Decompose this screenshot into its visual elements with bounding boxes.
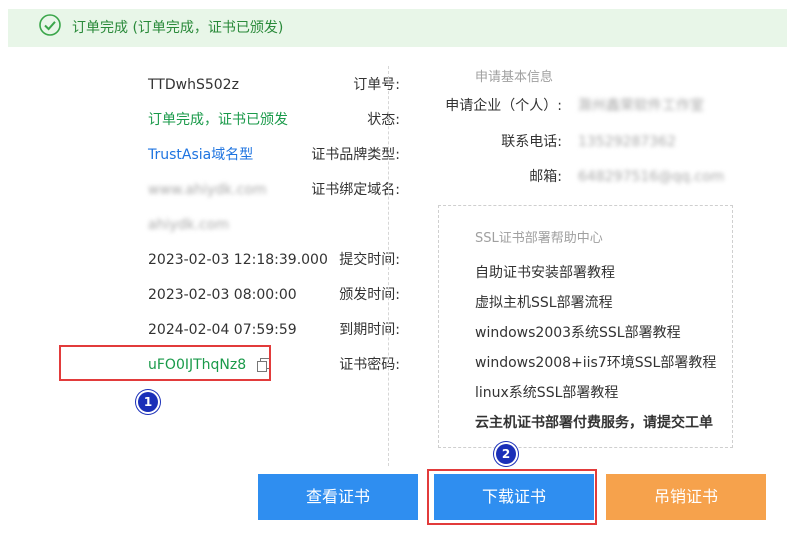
help-link-paid-service[interactable]: 云主机证书部署付费服务，请提交工单 xyxy=(475,412,713,432)
applicant-section-title: 申请基本信息 xyxy=(475,70,554,85)
revoke-certificate-button[interactable]: 吊销证书 xyxy=(606,474,766,520)
help-link-virtual-host[interactable]: 虚拟主机SSL部署流程 xyxy=(475,292,613,312)
domain-row-2: ahiydk.com xyxy=(0,215,400,235)
submit-time-row: 提交时间: 2023-02-03 12:18:39.000 xyxy=(0,250,400,270)
issue-time-value: 2023-02-03 08:00:00 xyxy=(148,287,297,303)
check-circle-icon xyxy=(39,14,61,36)
company-label: 申请企业（个人）: xyxy=(445,98,562,114)
phone-row: 联系电话: 13529287362 xyxy=(0,132,788,152)
phone-label: 联系电话: xyxy=(501,134,562,150)
order-no-label: 订单号: xyxy=(353,77,400,93)
order-no-row: 订单号: TTDwhS502z xyxy=(0,75,400,95)
banner-text: 订单完成 (订单完成，证书已颁发) xyxy=(72,20,284,36)
email-row: 邮箱: 648297516@qq.com xyxy=(0,167,788,187)
company-value: 滁州鑫荣软件工作室 xyxy=(578,98,704,114)
step-badge-2: 2 xyxy=(496,444,516,464)
view-certificate-button[interactable]: 查看证书 xyxy=(258,474,418,520)
email-value: 648297516@qq.com xyxy=(578,169,725,185)
password-label: 证书密码: xyxy=(339,357,400,373)
domain-value-2: ahiydk.com xyxy=(148,217,229,233)
help-link-self-install[interactable]: 自助证书安装部署教程 xyxy=(475,262,615,282)
help-link-linux[interactable]: linux系统SSL部署教程 xyxy=(475,382,618,402)
issue-time-row: 颁发时间: 2023-02-03 08:00:00 xyxy=(0,285,400,305)
company-row: 申请企业（个人）: 滁州鑫荣软件工作室 xyxy=(0,96,788,116)
help-center-title: SSL证书部署帮助中心 xyxy=(475,231,603,246)
step-badge-1: 1 xyxy=(138,392,158,412)
download-certificate-button[interactable]: 下载证书 xyxy=(434,474,594,520)
phone-value: 13529287362 xyxy=(578,134,676,150)
order-status-banner: 订单完成 (订单完成，证书已颁发) xyxy=(8,9,787,47)
submit-time-value: 2023-02-03 12:18:39.000 xyxy=(148,252,328,268)
order-no-value: TTDwhS502z xyxy=(148,77,239,93)
expire-time-value: 2024-02-04 07:59:59 xyxy=(148,322,297,338)
expire-time-row: 到期时间: 2024-02-04 07:59:59 xyxy=(0,320,400,340)
password-highlight-box xyxy=(59,345,271,381)
column-divider xyxy=(388,66,389,466)
email-label: 邮箱: xyxy=(529,169,562,185)
help-link-windows2003[interactable]: windows2003系统SSL部署教程 xyxy=(475,322,681,342)
help-link-windows2008[interactable]: windows2008+iis7环境SSL部署教程 xyxy=(475,352,716,372)
